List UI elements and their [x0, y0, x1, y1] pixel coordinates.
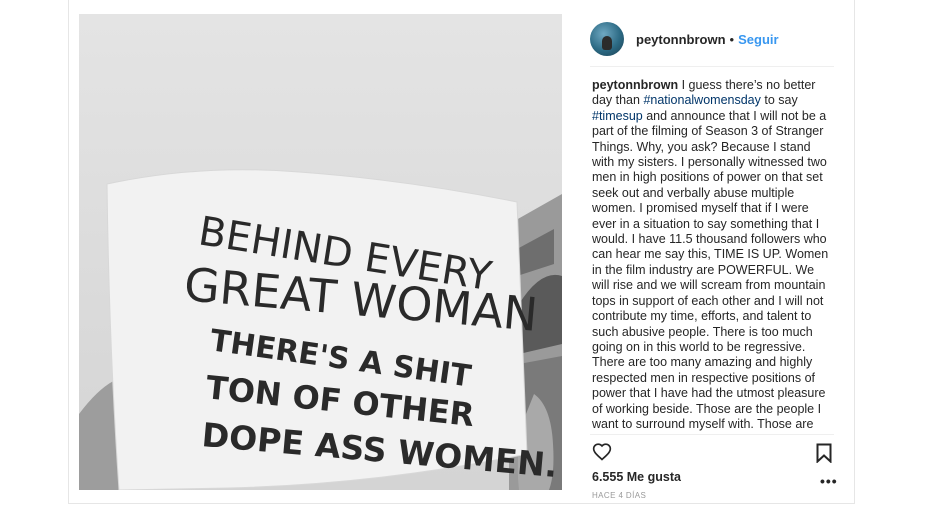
hashtag-link[interactable]: #nationalwomensday	[643, 93, 760, 107]
post-photo[interactable]: BEHIND EVERY GREAT WOMAN THERE'S A SHIT …	[79, 14, 562, 490]
more-options-icon[interactable]: •••	[820, 473, 838, 489]
caption-username[interactable]: peytonnbrown	[592, 78, 678, 92]
hashtag-link[interactable]: #timesup	[592, 109, 643, 123]
post-caption: peytonnbrown I guess there’s no better d…	[592, 78, 832, 433]
bookmark-icon[interactable]	[816, 443, 832, 464]
header-divider	[590, 66, 834, 67]
post-header: peytonnbrown • Seguir	[590, 15, 838, 63]
protest-sign-image: BEHIND EVERY GREAT WOMAN THERE'S A SHIT …	[79, 14, 562, 490]
header-username[interactable]: peytonnbrown	[636, 32, 726, 47]
avatar[interactable]	[590, 22, 624, 56]
like-count[interactable]: 6.555 Me gusta	[592, 470, 681, 484]
caption-text-2: to say	[760, 93, 798, 108]
heart-icon[interactable]	[592, 442, 612, 462]
separator-dot: •	[729, 31, 735, 47]
actions-divider	[590, 434, 834, 435]
post-timestamp[interactable]: HACE 4 DÍAS	[592, 491, 646, 500]
caption-text-3: and announce that I will not be a part o…	[592, 108, 829, 433]
follow-button[interactable]: Seguir	[738, 32, 778, 47]
